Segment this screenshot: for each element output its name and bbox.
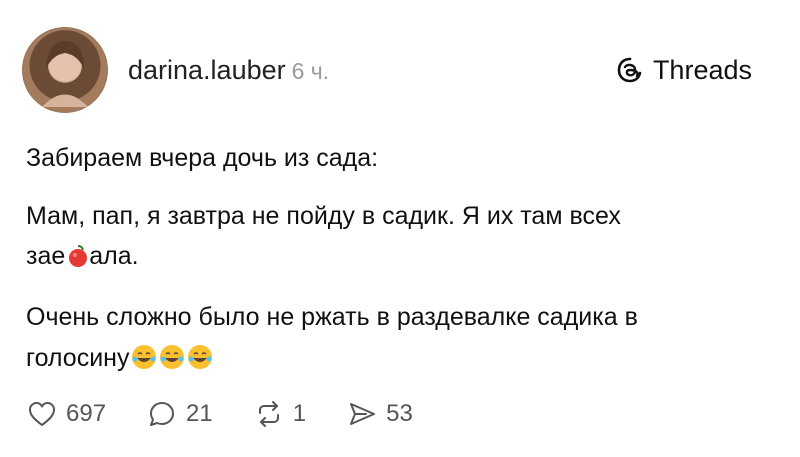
share-button[interactable]: 53 bbox=[346, 398, 413, 430]
laughing-tears-emoji bbox=[131, 344, 157, 370]
post-text-line: Мам, пап, я завтра не пойду в садик. Я и… bbox=[26, 202, 621, 230]
post-text-line: Забираем вчера дочь из сада: bbox=[26, 144, 379, 172]
post-text-fragment: ала. bbox=[89, 242, 139, 270]
post-header: darina.lauber 6 ч. bbox=[128, 52, 329, 89]
threads-brand: Threads bbox=[615, 52, 752, 88]
laughing-tears-emoji bbox=[159, 344, 185, 370]
repost-icon bbox=[258, 401, 279, 427]
heart-icon bbox=[29, 402, 55, 426]
comment-button[interactable]: 21 bbox=[146, 398, 213, 430]
repost-count: 1 bbox=[292, 400, 307, 427]
like-count: 697 bbox=[66, 400, 107, 427]
post-time: 6 ч. bbox=[291, 58, 330, 84]
post-text-line: Очень сложно было не ржать в раздевалке … bbox=[26, 303, 638, 331]
threads-logo-icon bbox=[615, 55, 645, 85]
post-actions: 697 21 1 53 bbox=[26, 398, 453, 430]
post-text-line: голосину bbox=[26, 341, 213, 375]
post-text-line: зае ала. bbox=[26, 239, 139, 273]
avatar[interactable] bbox=[22, 27, 108, 113]
post-text-fragment: зае bbox=[26, 242, 66, 270]
threads-brand-label: Threads bbox=[652, 55, 752, 85]
laughing-tears-emoji bbox=[187, 344, 213, 370]
share-count: 53 bbox=[386, 400, 413, 427]
send-icon bbox=[350, 403, 376, 425]
like-button[interactable]: 697 bbox=[26, 398, 106, 430]
comment-count: 21 bbox=[186, 400, 213, 427]
comment-icon bbox=[150, 402, 175, 426]
repost-button[interactable]: 1 bbox=[253, 398, 306, 430]
censor-cherry-emoji bbox=[67, 243, 89, 267]
post-text-fragment: голосину bbox=[26, 344, 130, 372]
author-username[interactable]: darina.lauber bbox=[128, 55, 286, 85]
